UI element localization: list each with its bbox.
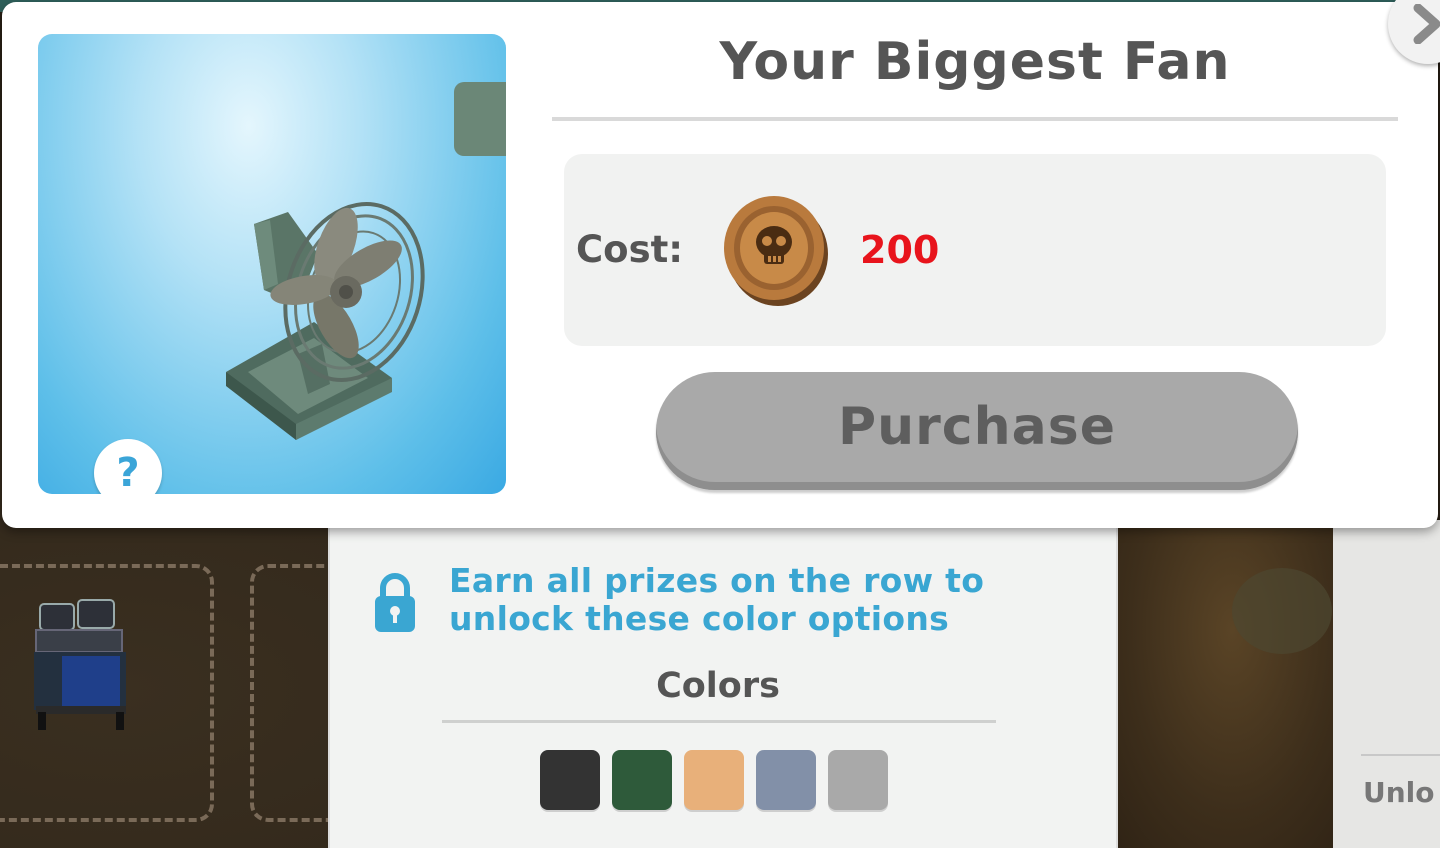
color-swatch[interactable] [540,750,600,810]
skull-coin-icon [724,196,828,306]
cost-value: 200 [860,228,940,272]
side-card-divider [1361,754,1440,756]
desk-fan-icon [226,202,425,440]
chevron-right-icon [1413,4,1440,44]
machine-item-icon [34,599,126,730]
background-ground [1112,520,1338,848]
color-swatch[interactable] [828,750,888,810]
cost-label: Cost: [576,228,684,271]
help-button[interactable]: ? [94,439,162,494]
item-preview: ? [38,34,506,494]
background-side-card: Unlo [1333,520,1440,848]
selected-color-chip [454,82,506,156]
colors-heading: Colors [656,666,780,706]
color-swatch[interactable] [612,750,672,810]
side-card-label: Unlo [1363,776,1435,809]
colors-divider [442,720,996,723]
background-rock [1232,568,1332,654]
purchase-button[interactable]: Purchase [656,372,1298,490]
lock-icon [375,573,415,632]
title-divider [552,117,1398,121]
cost-box [564,154,1386,346]
unlock-hint-text: Earn all prizes on the row to unlock the… [449,561,985,638]
item-title: Your Biggest Fan [719,32,1231,92]
color-swatch[interactable] [756,750,816,810]
item-purchase-dialog: ? Your Biggest Fan Cost: 200 Purchase [2,2,1438,528]
color-swatch-list [540,750,888,812]
color-swatch[interactable] [684,750,744,810]
